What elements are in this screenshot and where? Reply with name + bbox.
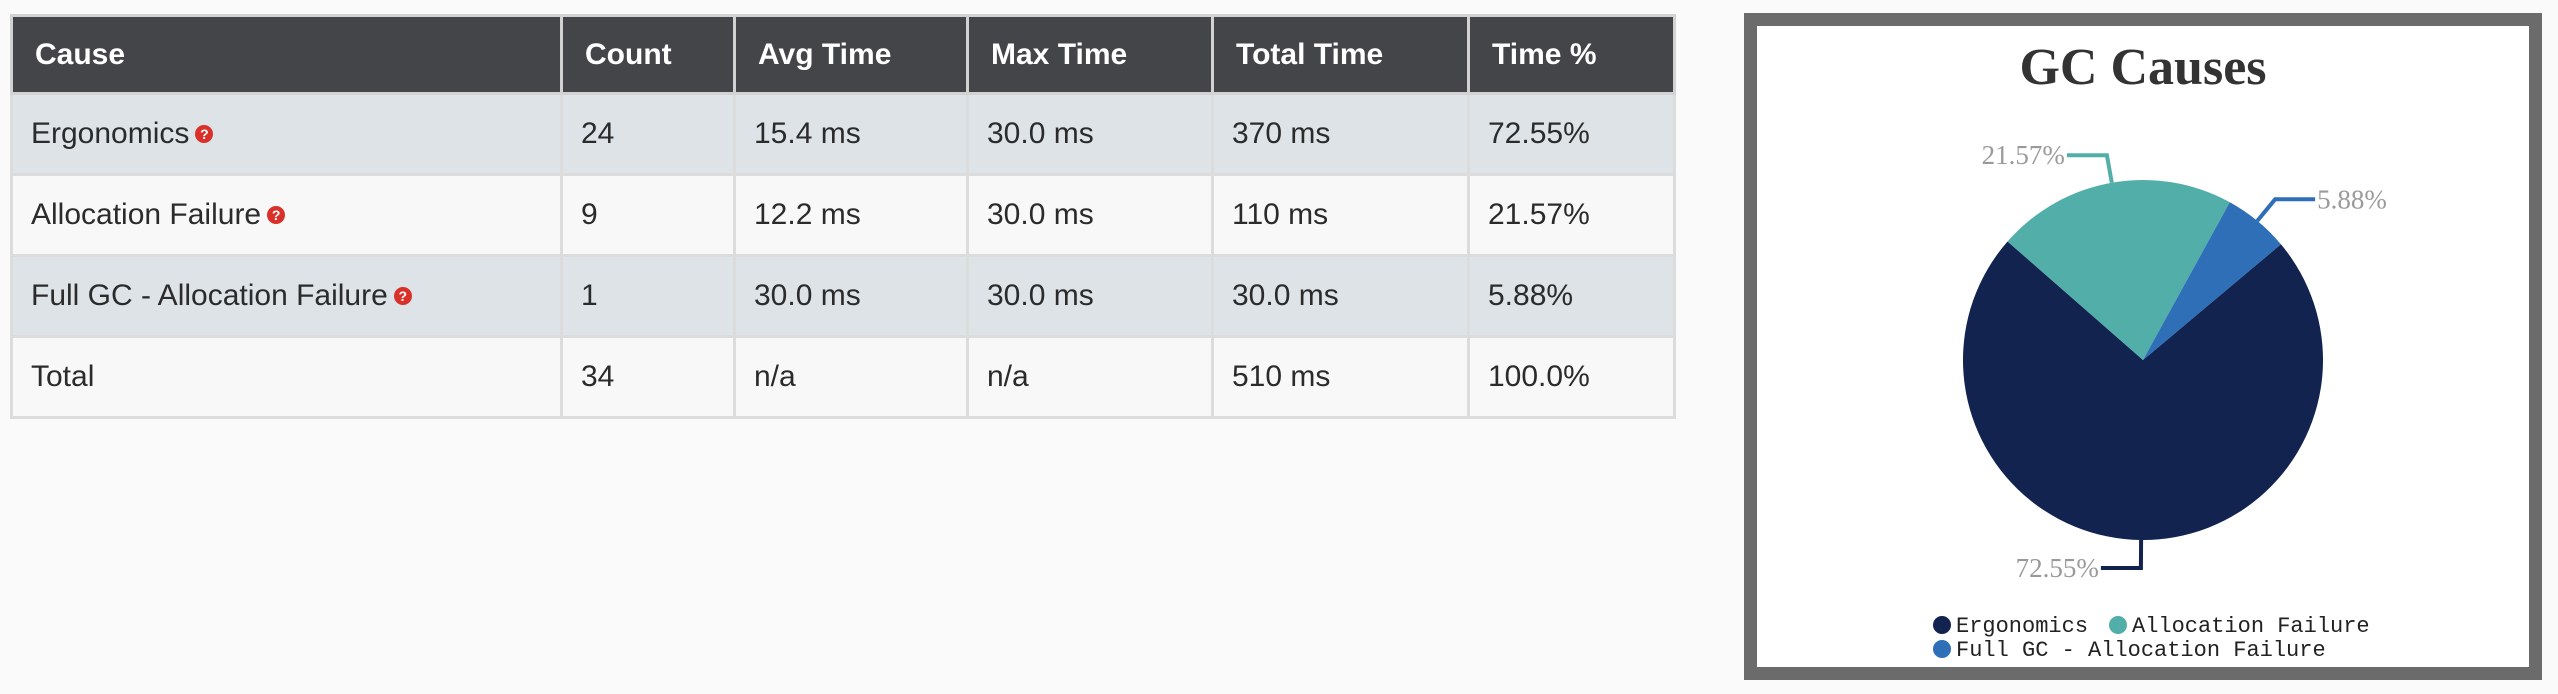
header-time-percent[interactable]: Time % <box>1467 14 1676 95</box>
cell-count: 34 <box>560 335 736 419</box>
cell-max-time: n/a <box>966 335 1214 419</box>
header-total-time[interactable]: Total Time <box>1211 14 1470 95</box>
help-icon[interactable]: ? <box>267 206 286 225</box>
cause-label: Ergonomics <box>31 117 190 150</box>
table-row: Full GC - Allocation Failure? 1 30.0 ms … <box>10 254 1676 338</box>
cell-avg-time: 30.0 ms <box>733 254 969 338</box>
header-cause[interactable]: Cause <box>10 14 563 95</box>
pie-slices <box>1962 179 2323 540</box>
gc-causes-page: Cause Count Avg Time Max Time Total Time… <box>0 0 2558 694</box>
cell-total-time: 30.0 ms <box>1211 254 1470 338</box>
cell-avg-time: 12.2 ms <box>733 173 969 257</box>
cell-total-time: 110 ms <box>1211 173 1470 257</box>
gc-causes-chart-panel: GC Causes 72.55% 21.57% 5.88% Ergonomics Al… <box>1744 13 2542 680</box>
gc-causes-table: Cause Count Avg Time Max Time Total Time… <box>10 14 1676 419</box>
cell-count: 9 <box>560 173 736 257</box>
header-count[interactable]: Count <box>560 14 736 95</box>
cell-avg-time: n/a <box>733 335 969 419</box>
cell-time-percent: 21.57% <box>1467 173 1676 257</box>
slice-label-ergonomics: 72.55% <box>2016 553 2099 583</box>
header-avg-time[interactable]: Avg Time <box>733 14 969 95</box>
legend-marker-ergonomics <box>1933 616 1951 634</box>
table-row: Allocation Failure? 9 12.2 ms 30.0 ms 11… <box>10 173 1676 257</box>
table-row-total: Total 34 n/a n/a 510 ms 100.0% <box>10 335 1676 419</box>
cell-total-time: 370 ms <box>1211 92 1470 176</box>
slice-label-full-gc-allocation-failure: 5.88% <box>2317 184 2387 214</box>
cell-avg-time: 15.4 ms <box>733 92 969 176</box>
cell-cause: Total <box>10 335 563 419</box>
legend-item-full-gc-allocation-failure[interactable]: Full GC - Allocation Failure <box>1956 638 2326 663</box>
leader-line-allocation-failure <box>2066 153 2114 184</box>
header-max-time[interactable]: Max Time <box>966 14 1214 95</box>
gc-causes-pie-chart: GC Causes 72.55% 21.57% 5.88% Ergonomics Al… <box>1933 39 2387 663</box>
leader-line-ergonomics <box>2100 539 2144 570</box>
cell-cause: Ergonomics? <box>10 92 563 176</box>
legend-item-ergonomics[interactable]: Ergonomics <box>1956 614 2088 639</box>
table-header-row: Cause Count Avg Time Max Time Total Time… <box>10 14 1676 95</box>
cause-label: Total <box>31 360 95 393</box>
cell-count: 24 <box>560 92 736 176</box>
cause-label: Full GC - Allocation Failure <box>31 279 388 312</box>
cell-count: 1 <box>560 254 736 338</box>
cell-max-time: 30.0 ms <box>966 92 1214 176</box>
help-icon[interactable]: ? <box>195 125 214 144</box>
cell-cause: Allocation Failure? <box>10 173 563 257</box>
legend-marker-allocation-failure <box>2109 616 2127 634</box>
cell-time-percent: 5.88% <box>1467 254 1676 338</box>
cell-max-time: 30.0 ms <box>966 254 1214 338</box>
legend-marker-full-gc-allocation-failure <box>1933 640 1951 658</box>
cause-label: Allocation Failure <box>31 198 262 231</box>
cell-time-percent: 72.55% <box>1467 92 1676 176</box>
help-icon[interactable]: ? <box>393 287 412 306</box>
cell-cause: Full GC - Allocation Failure? <box>10 254 563 338</box>
cell-max-time: 30.0 ms <box>966 173 1214 257</box>
table-row: Ergonomics? 24 15.4 ms 30.0 ms 370 ms 72… <box>10 92 1676 176</box>
cell-time-percent: 100.0% <box>1467 335 1676 419</box>
cell-total-time: 510 ms <box>1211 335 1470 419</box>
slice-label-allocation-failure: 21.57% <box>1982 140 2065 170</box>
leader-line-full-gc-allocation-failure <box>2255 197 2316 223</box>
chart-legend: Ergonomics Allocation FailureFull GC - Al… <box>1933 614 2370 663</box>
chart-title: GC Causes <box>2019 39 2266 96</box>
legend-item-allocation-failure[interactable]: Allocation Failure <box>2132 614 2370 639</box>
